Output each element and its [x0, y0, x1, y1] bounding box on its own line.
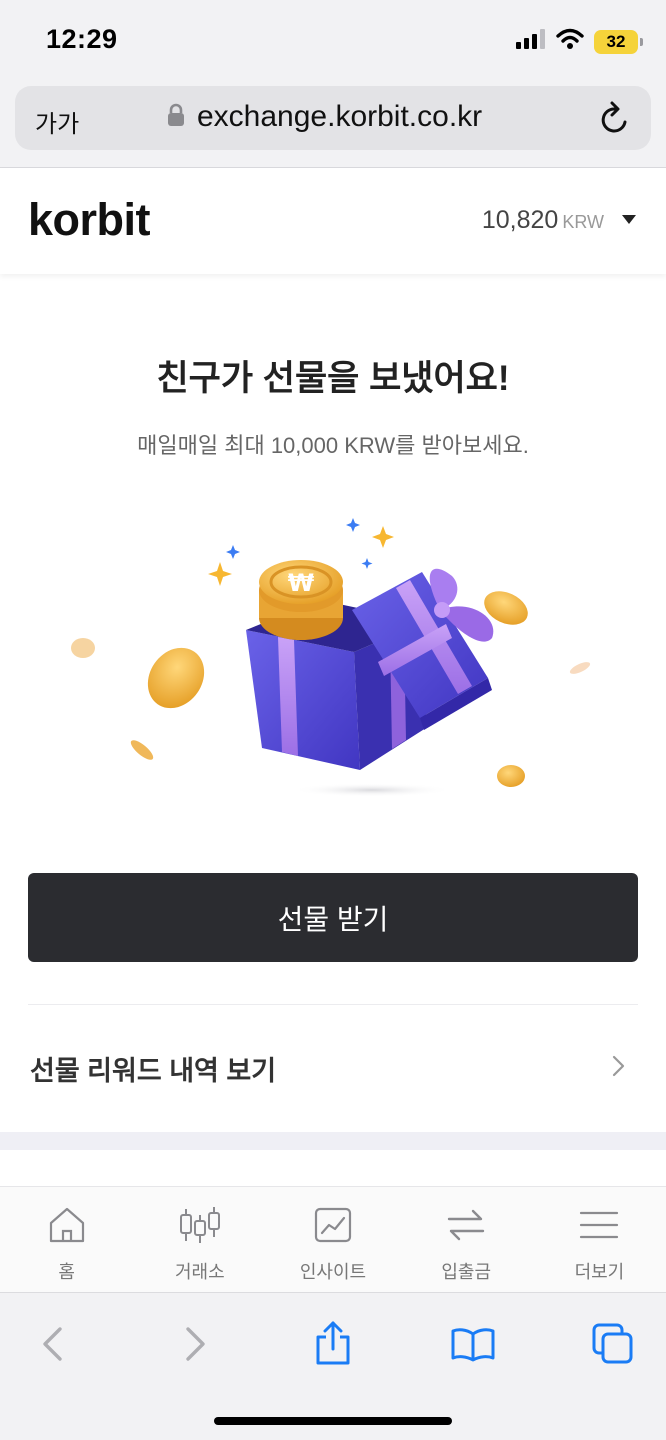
- tab-exchange[interactable]: 거래소: [133, 1187, 266, 1292]
- url-text[interactable]: exchange.korbit.co.kr: [197, 100, 482, 134]
- transfer-icon: [445, 1205, 487, 1250]
- tab-more[interactable]: 더보기: [533, 1187, 666, 1292]
- caret-down-icon: [622, 215, 636, 224]
- tab-label: 거래소: [174, 1262, 225, 1282]
- chart-icon: [313, 1205, 353, 1250]
- bottom-tab-bar: 홈 거래소 인사이트 입출금 더보기: [0, 1186, 666, 1292]
- status-time: 12:29: [46, 24, 118, 54]
- tab-home[interactable]: 홈: [0, 1187, 133, 1292]
- tab-insight[interactable]: 인사이트: [266, 1187, 399, 1292]
- text-size-button[interactable]: 가가: [35, 104, 79, 139]
- reward-history-label: 선물 리워드 내역 보기: [30, 1055, 277, 1086]
- tab-label: 인사이트: [299, 1262, 367, 1282]
- korbit-logo[interactable]: korbit: [28, 194, 151, 246]
- tab-label: 더보기: [574, 1262, 625, 1282]
- bookmarks-icon[interactable]: [448, 1319, 498, 1369]
- status-icons: 32: [516, 28, 643, 55]
- home-indicator[interactable]: [214, 1417, 452, 1425]
- browser-address-area: 가가 exchange.korbit.co.kr: [0, 80, 666, 168]
- lock-icon: [167, 103, 185, 132]
- menu-icon: [578, 1205, 620, 1250]
- balance-value: 10,820: [481, 206, 559, 234]
- browser-toolbar: [0, 1292, 666, 1440]
- section-separator: [0, 1132, 666, 1150]
- share-icon[interactable]: [308, 1319, 358, 1369]
- chevron-right-icon: [612, 1055, 626, 1082]
- receive-gift-button[interactable]: 선물 받기: [28, 873, 638, 962]
- battery-level: 32: [606, 31, 626, 51]
- balance-unit: KRW: [562, 212, 604, 232]
- tab-label: 홈: [58, 1262, 75, 1282]
- back-icon[interactable]: [28, 1319, 78, 1369]
- balance-dropdown[interactable]: 10,820 KRW: [482, 206, 636, 235]
- page-title: 친구가 선물을 보냈어요!: [156, 359, 510, 398]
- site-header: korbit 10,820 KRW: [0, 168, 666, 274]
- tabs-icon[interactable]: [588, 1319, 638, 1369]
- reload-icon[interactable]: [599, 100, 631, 141]
- gift-box-illustration: ₩: [60, 500, 606, 820]
- candlestick-icon: [178, 1205, 222, 1250]
- forward-icon[interactable]: [170, 1319, 220, 1369]
- url-wrap[interactable]: exchange.korbit.co.kr: [167, 100, 482, 134]
- tab-label: 입출금: [441, 1262, 492, 1282]
- divider: [28, 1004, 638, 1005]
- address-bar[interactable]: 가가 exchange.korbit.co.kr: [15, 86, 651, 150]
- wifi-icon: [556, 28, 584, 55]
- home-icon: [47, 1205, 87, 1250]
- coin-symbol: ₩: [288, 569, 315, 597]
- status-bar: 12:29 32: [0, 0, 666, 80]
- signal-icon: [516, 29, 546, 54]
- battery-icon: 32: [594, 29, 643, 54]
- page-subtitle: 매일매일 최대 10,000 KRW를 받아보세요.: [137, 433, 529, 458]
- tab-deposit-withdraw[interactable]: 입출금: [400, 1187, 533, 1292]
- reward-history-link[interactable]: 선물 리워드 내역 보기: [0, 1020, 666, 1116]
